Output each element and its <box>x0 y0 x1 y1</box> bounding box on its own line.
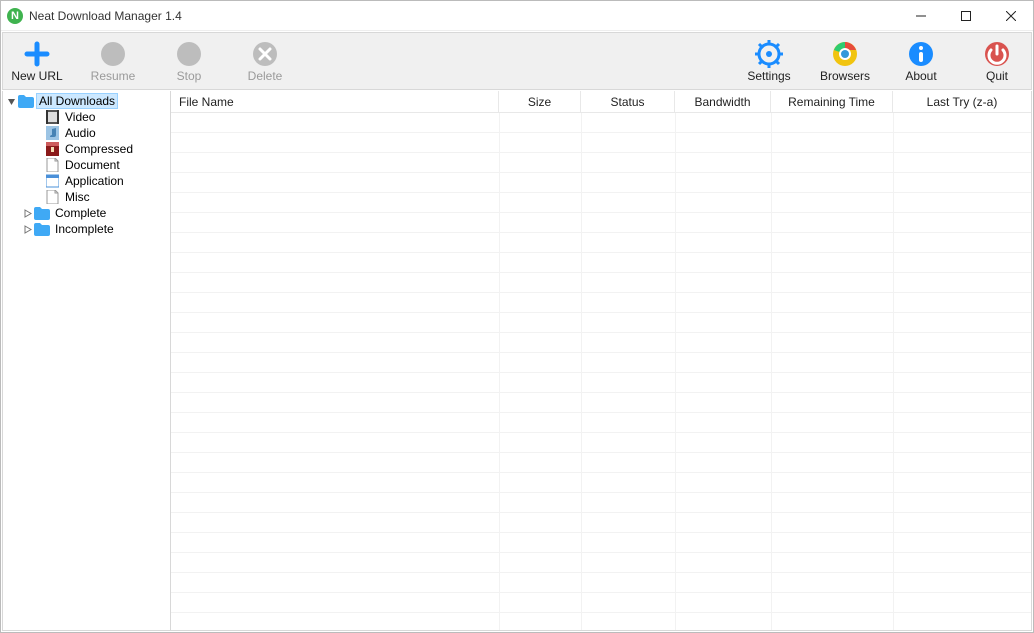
tree-item-audio[interactable]: Audio <box>3 125 170 141</box>
column-remaining-time[interactable]: Remaining Time <box>771 91 893 112</box>
table-row[interactable] <box>171 373 1031 393</box>
tree-label: Complete <box>53 206 108 220</box>
tree-item-complete[interactable]: Complete <box>3 205 170 221</box>
tree-item-application[interactable]: Application <box>3 173 170 189</box>
tree-item-incomplete[interactable]: Incomplete <box>3 221 170 237</box>
column-bandwidth[interactable]: Bandwidth <box>675 91 771 112</box>
new-url-button[interactable]: New URL <box>9 40 65 83</box>
download-table: File Name Size Status Bandwidth Remainin… <box>171 91 1031 630</box>
table-row[interactable] <box>171 293 1031 313</box>
table-row[interactable] <box>171 193 1031 213</box>
tree-label: Application <box>63 174 126 188</box>
play-icon <box>99 40 127 68</box>
tree-item-video[interactable]: Video <box>3 109 170 125</box>
tree-item-misc[interactable]: Misc <box>3 189 170 205</box>
tree-label: Misc <box>63 190 92 204</box>
settings-button[interactable]: Settings <box>741 40 797 83</box>
table-row[interactable] <box>171 113 1031 133</box>
delete-button[interactable]: Delete <box>237 40 293 83</box>
column-last-try[interactable]: Last Try (z-a) <box>893 91 1031 112</box>
table-row[interactable] <box>171 533 1031 553</box>
browsers-button[interactable]: Browsers <box>817 40 873 83</box>
table-row[interactable] <box>171 573 1031 593</box>
column-file-name[interactable]: File Name <box>171 91 499 112</box>
table-row[interactable] <box>171 273 1031 293</box>
table-row[interactable] <box>171 433 1031 453</box>
tree-item-all-downloads[interactable]: All Downloads <box>3 93 170 109</box>
table-row[interactable] <box>171 233 1031 253</box>
video-icon <box>44 110 60 124</box>
table-row[interactable] <box>171 153 1031 173</box>
table-body[interactable] <box>171 113 1031 630</box>
table-row[interactable] <box>171 213 1031 233</box>
application-icon <box>44 174 60 188</box>
about-button[interactable]: About <box>893 40 949 83</box>
table-row[interactable] <box>171 553 1031 573</box>
gear-icon <box>755 40 783 68</box>
table-row[interactable] <box>171 513 1031 533</box>
resume-button[interactable]: Resume <box>85 40 141 83</box>
titlebar[interactable]: N Neat Download Manager 1.4 <box>1 1 1033 31</box>
column-status[interactable]: Status <box>581 91 675 112</box>
stop-icon <box>175 40 203 68</box>
document-icon <box>44 158 60 172</box>
folder-icon <box>18 94 34 108</box>
tree-label: All Downloads <box>37 94 117 108</box>
tree-item-compressed[interactable]: Compressed <box>3 141 170 157</box>
folder-icon <box>34 206 50 220</box>
delete-icon <box>251 40 279 68</box>
table-row[interactable] <box>171 333 1031 353</box>
table-row[interactable] <box>171 473 1031 493</box>
sidebar-tree[interactable]: All Downloads Video Audio Compressed Doc… <box>3 91 171 630</box>
close-button[interactable] <box>988 1 1033 31</box>
table-row[interactable] <box>171 413 1031 433</box>
tree-label: Incomplete <box>53 222 116 236</box>
minimize-button[interactable] <box>898 1 943 31</box>
tree-label: Audio <box>63 126 98 140</box>
window-title: Neat Download Manager 1.4 <box>29 9 182 23</box>
table-row[interactable] <box>171 593 1031 613</box>
table-row[interactable] <box>171 253 1031 273</box>
table-row[interactable] <box>171 393 1031 413</box>
table-row[interactable] <box>171 173 1031 193</box>
chevron-down-icon[interactable] <box>5 93 17 109</box>
plus-icon <box>23 40 51 68</box>
table-header: File Name Size Status Bandwidth Remainin… <box>171 91 1031 113</box>
table-row[interactable] <box>171 133 1031 153</box>
close-icon <box>1006 11 1016 21</box>
power-icon <box>983 40 1011 68</box>
audio-icon <box>44 126 60 140</box>
stop-button[interactable]: Stop <box>161 40 217 83</box>
folder-icon <box>34 222 50 236</box>
tree-label: Video <box>63 110 97 124</box>
document-icon <box>44 190 60 204</box>
minimize-icon <box>916 11 926 21</box>
maximize-button[interactable] <box>943 1 988 31</box>
tree-item-document[interactable]: Document <box>3 157 170 173</box>
tree-label: Document <box>63 158 122 172</box>
maximize-icon <box>961 11 971 21</box>
chevron-right-icon[interactable] <box>21 205 33 221</box>
table-row[interactable] <box>171 493 1031 513</box>
table-row[interactable] <box>171 353 1031 373</box>
table-row[interactable] <box>171 313 1031 333</box>
column-size[interactable]: Size <box>499 91 581 112</box>
quit-button[interactable]: Quit <box>969 40 1025 83</box>
app-icon: N <box>7 8 23 24</box>
table-row[interactable] <box>171 613 1031 630</box>
info-icon <box>907 40 935 68</box>
tree-label: Compressed <box>63 142 135 156</box>
chrome-icon <box>831 40 859 68</box>
chevron-right-icon[interactable] <box>21 221 33 237</box>
archive-icon <box>44 142 60 156</box>
table-row[interactable] <box>171 453 1031 473</box>
toolbar: New URL Resume Stop Delete Settings <box>2 32 1032 90</box>
